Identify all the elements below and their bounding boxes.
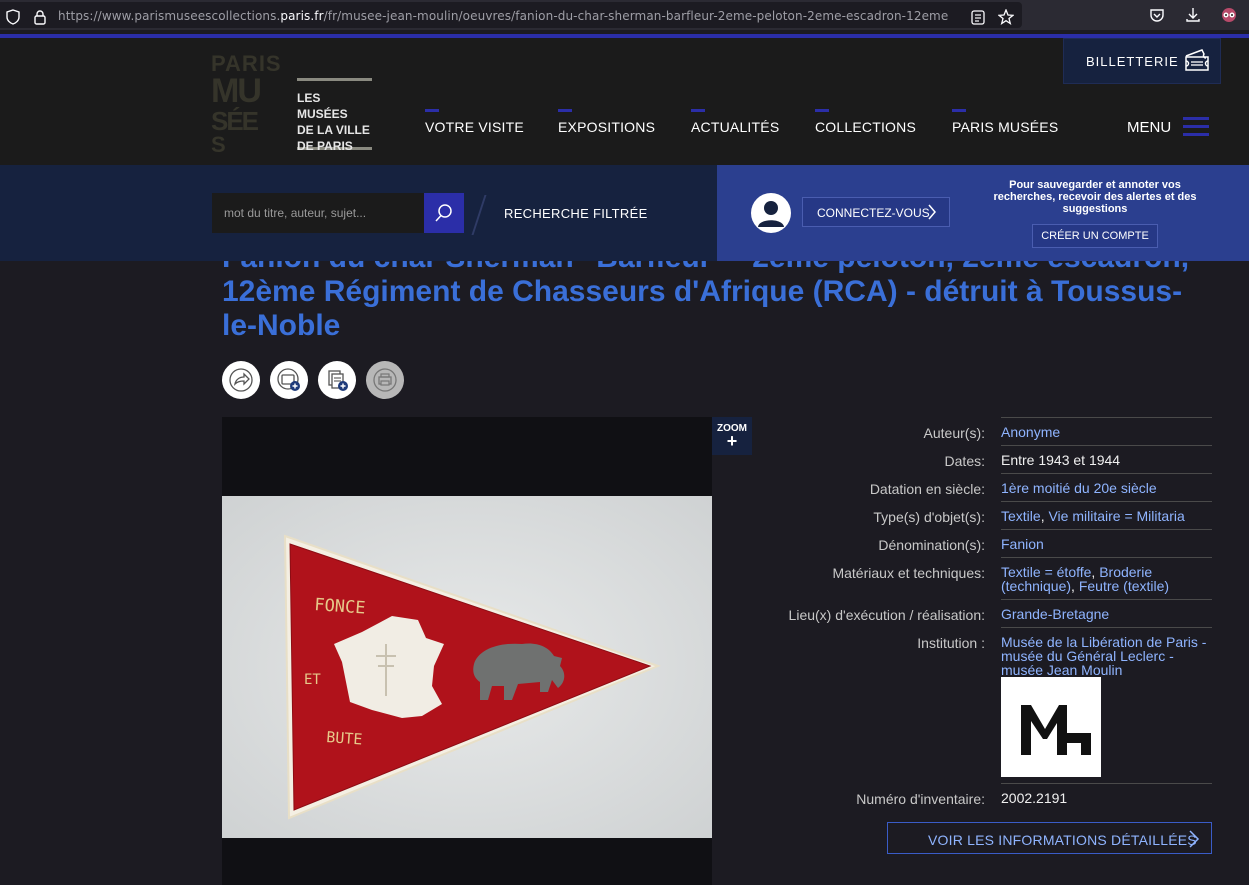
author-link[interactable]: Anonyme bbox=[1001, 424, 1060, 440]
type-link[interactable]: Vie militaire = Militaria bbox=[1048, 508, 1184, 524]
nav-accent-mark bbox=[558, 109, 572, 112]
url-prefix: https://www.parismuseescollections. bbox=[58, 9, 281, 23]
detail-label: Numéro d'inventaire: bbox=[856, 791, 985, 807]
logo-mark-line: S bbox=[211, 132, 226, 157]
add-to-album-icon bbox=[277, 368, 300, 391]
detail-row-denomination: Dénomination(s): Fanion bbox=[878, 529, 1212, 557]
detail-row-century: Datation en siècle: 1ère moitié du 20e s… bbox=[870, 473, 1212, 501]
place-link[interactable]: Grande-Bretagne bbox=[1001, 606, 1109, 622]
nav-accent-mark bbox=[815, 109, 829, 112]
shield-icon[interactable] bbox=[3, 7, 23, 27]
user-avatar-icon[interactable] bbox=[751, 193, 791, 233]
nav-paris-musees[interactable]: PARIS MUSÉES bbox=[952, 119, 1058, 135]
detail-label: Institution : bbox=[917, 635, 985, 651]
reader-view-icon[interactable] bbox=[968, 7, 988, 27]
connect-label: CONNECTEZ-VOUS bbox=[817, 206, 930, 220]
detail-row-materials: Matériaux et techniques: Textile = étoff… bbox=[832, 557, 1212, 599]
detail-row-inventory: Numéro d'inventaire: 2002.2191 bbox=[856, 783, 1212, 811]
search-button[interactable] bbox=[424, 193, 464, 233]
account-promo-text: Pour sauvegarder et annoter vos recherch… bbox=[993, 179, 1197, 215]
separator: , bbox=[1071, 578, 1079, 594]
search-icon bbox=[435, 204, 452, 222]
flag-word: ET bbox=[304, 672, 321, 688]
site-header bbox=[0, 38, 1249, 165]
connect-button[interactable]: CONNECTEZ-VOUS bbox=[802, 197, 950, 227]
chevron-right-icon bbox=[927, 204, 937, 225]
logo-mark-line: MU bbox=[211, 72, 262, 110]
detail-label: Matériaux et techniques: bbox=[832, 565, 985, 581]
share-button[interactable] bbox=[222, 361, 260, 399]
paris-musees-logo[interactable]: PARIS MU SÉE S bbox=[211, 52, 287, 156]
lock-icon[interactable] bbox=[30, 7, 50, 27]
create-account-button[interactable]: CRÉER UN COMPTE bbox=[1032, 224, 1158, 248]
detail-label: Dates: bbox=[944, 453, 985, 469]
add-to-album-button[interactable] bbox=[270, 361, 308, 399]
nav-collections[interactable]: COLLECTIONS bbox=[815, 119, 916, 135]
detail-label: Dénomination(s): bbox=[878, 537, 985, 553]
billetterie-button[interactable]: BILLETTERIE bbox=[1063, 38, 1221, 84]
download-icon[interactable] bbox=[1183, 5, 1203, 25]
zoom-button[interactable]: ZOOM + bbox=[712, 417, 752, 455]
flag-word: BUTE bbox=[326, 728, 363, 748]
bookmark-star-icon[interactable] bbox=[996, 7, 1016, 27]
print-icon bbox=[373, 368, 397, 392]
logo-text-block[interactable]: LES MUSÉES DE LA VILLE DE PARIS bbox=[297, 78, 372, 153]
url-text[interactable]: https://www.parismuseescollections.paris… bbox=[58, 9, 960, 23]
ticket-icon bbox=[1184, 47, 1210, 78]
denomination-link[interactable]: Fanion bbox=[1001, 536, 1044, 552]
dates-value: Entre 1943 et 1944 bbox=[1001, 452, 1121, 468]
flag-word: FONCE bbox=[314, 595, 366, 619]
artwork-details: Auteur(s): Anonyme Dates: Entre 1943 et … bbox=[760, 417, 1212, 811]
search-input[interactable] bbox=[212, 193, 424, 233]
pocket-icon[interactable] bbox=[1147, 5, 1167, 25]
url-bar[interactable]: https://www.parismuseescollections.paris… bbox=[0, 2, 1022, 28]
detail-row-institution: Institution : Musée de la Libération de … bbox=[917, 627, 1212, 783]
inventory-value: 2002.2191 bbox=[1001, 790, 1068, 806]
filtered-search-link[interactable]: RECHERCHE FILTRÉE bbox=[504, 206, 648, 221]
url-path: /fr/musee-jean-moulin/oeuvres/fanion-du-… bbox=[323, 9, 949, 23]
url-host: paris.fr bbox=[280, 9, 324, 23]
nav-accent-mark bbox=[691, 109, 705, 112]
logo-text-line: LES MUSÉES bbox=[297, 91, 348, 121]
detailed-info-button[interactable]: VOIR LES INFORMATIONS DÉTAILLÉES bbox=[887, 822, 1212, 854]
share-icon bbox=[229, 368, 253, 392]
billetterie-label: BILLETTERIE bbox=[1086, 54, 1179, 69]
type-link[interactable]: Textile bbox=[1001, 508, 1041, 524]
nav-votre-visite[interactable]: VOTRE VISITE bbox=[425, 119, 524, 135]
hamburger-menu-icon[interactable] bbox=[1183, 116, 1209, 143]
detail-row-dates: Dates: Entre 1943 et 1944 bbox=[945, 445, 1212, 473]
add-to-list-button[interactable] bbox=[318, 361, 356, 399]
menu-label[interactable]: MENU bbox=[1127, 119, 1171, 136]
nav-accent-mark bbox=[425, 109, 439, 112]
detailed-info-label: VOIR LES INFORMATIONS DÉTAILLÉES bbox=[928, 832, 1197, 848]
material-link[interactable]: Feutre (textile) bbox=[1079, 578, 1169, 594]
institution-link[interactable]: Musée de la Libération de Paris - musée … bbox=[1001, 634, 1206, 678]
logo-text-line: DE PARIS bbox=[297, 139, 353, 153]
nav-expositions[interactable]: EXPOSITIONS bbox=[558, 119, 655, 135]
nav-actualites[interactable]: ACTUALITÉS bbox=[691, 119, 779, 135]
plus-icon: + bbox=[726, 431, 738, 451]
artwork-image[interactable]: FONCE ET BUTE bbox=[222, 496, 712, 838]
century-link[interactable]: 1ère moitié du 20e siècle bbox=[1001, 480, 1157, 496]
add-to-list-icon bbox=[328, 370, 348, 391]
extension-icon[interactable] bbox=[1219, 5, 1239, 25]
detail-row-author: Auteur(s): Anonyme bbox=[924, 417, 1212, 445]
detail-label: Datation en siècle: bbox=[869, 481, 985, 497]
chevron-right-icon bbox=[1188, 830, 1200, 853]
browser-toolbar: https://www.parismuseescollections.paris… bbox=[0, 0, 1249, 30]
detail-label: Type(s) d'objet(s): bbox=[873, 509, 985, 525]
nav-accent-mark bbox=[952, 109, 966, 112]
print-button[interactable] bbox=[366, 361, 404, 399]
detail-row-types: Type(s) d'objet(s): Textile, Vie militai… bbox=[873, 501, 1212, 529]
musee-liberation-logo[interactable] bbox=[1001, 677, 1101, 777]
title-area: Fanion du char Sherman "Barfleur" - 2ème… bbox=[0, 261, 1249, 351]
artwork-title: Fanion du char Sherman "Barfleur" - 2ème… bbox=[222, 261, 1189, 342]
detail-row-place: Lieu(x) d'exécution / réalisation: Grand… bbox=[789, 599, 1212, 627]
logo-text-line: DE LA VILLE bbox=[297, 123, 370, 137]
detail-label: Auteur(s): bbox=[923, 425, 985, 441]
detail-label: Lieu(x) d'exécution / réalisation: bbox=[788, 607, 985, 623]
